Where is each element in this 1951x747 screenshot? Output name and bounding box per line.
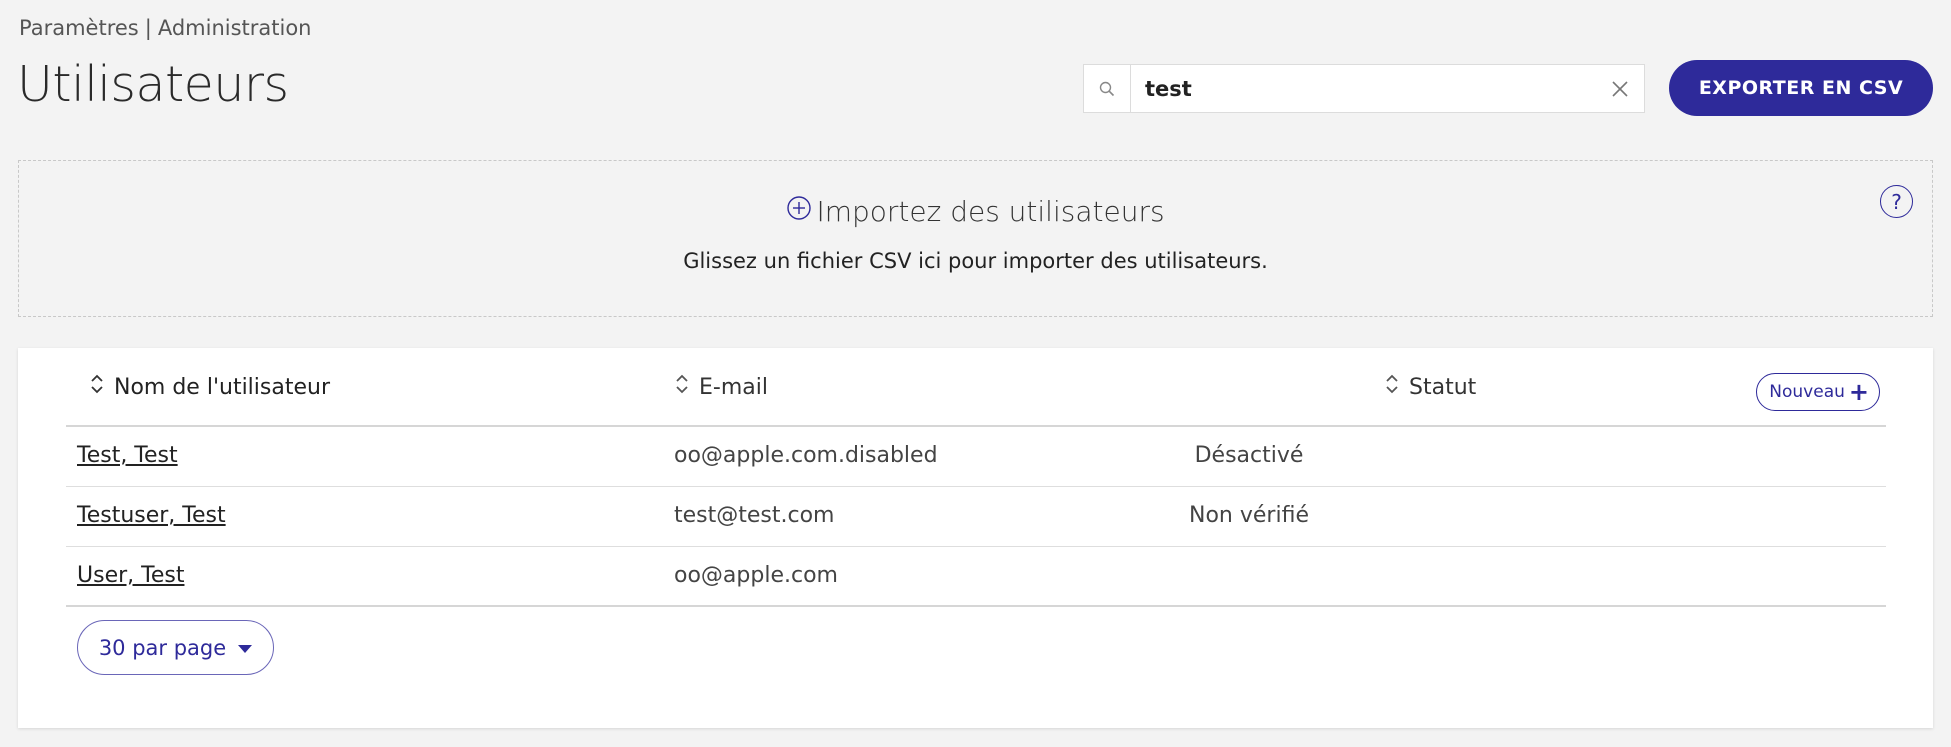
user-name-link[interactable]: Testuser, Test <box>77 503 226 528</box>
breadcrumb-separator: | <box>144 16 152 40</box>
users-table-card: Nom de l'utilisateur E-mail Statut Nouve… <box>18 348 1933 728</box>
user-name-link[interactable]: User, Test <box>77 563 184 588</box>
table-row: Test, Test oo@apple.com.disabled Désacti… <box>66 427 1886 487</box>
clear-search-icon[interactable] <box>1596 65 1644 112</box>
per-page-select[interactable]: 30 par page <box>77 620 274 675</box>
import-dropzone[interactable]: Importez des utilisateurs Glissez un fic… <box>18 160 1933 317</box>
user-email: test@test.com <box>674 503 835 528</box>
column-header-name[interactable]: Nom de l'utilisateur <box>90 372 330 402</box>
user-status: Non vérifié <box>1189 503 1309 528</box>
sort-icon <box>675 372 689 402</box>
user-email: oo@apple.com.disabled <box>674 443 938 468</box>
sort-icon <box>1385 372 1399 402</box>
column-header-email[interactable]: E-mail <box>675 372 768 402</box>
user-email: oo@apple.com <box>674 563 838 588</box>
column-header-status[interactable]: Statut <box>1385 372 1476 402</box>
breadcrumb-parametres[interactable]: Paramètres <box>19 16 139 40</box>
page-title: Utilisateurs <box>17 56 289 113</box>
import-title: Importez des utilisateurs <box>19 195 1932 228</box>
sort-icon <box>90 372 104 402</box>
import-instructions: Glissez un fichier CSV ici pour importer… <box>683 249 1268 273</box>
users-table: Nom de l'utilisateur E-mail Statut Nouve… <box>66 348 1886 607</box>
export-csv-button[interactable]: EXPORTER EN CSV <box>1669 60 1933 116</box>
new-user-button-label: Nouveau <box>1769 382 1845 402</box>
search-box <box>1083 64 1645 113</box>
help-icon[interactable]: ? <box>1880 185 1913 218</box>
add-circle-icon <box>786 195 812 228</box>
column-header-name-label: Nom de l'utilisateur <box>114 374 330 400</box>
search-icon <box>1084 65 1131 112</box>
breadcrumb: Paramètres | Administration <box>19 16 312 40</box>
import-title-label: Importez des utilisateurs <box>816 195 1165 228</box>
table-row: Testuser, Test test@test.com Non vérifié <box>66 487 1886 547</box>
plus-icon: + <box>1848 378 1869 406</box>
column-header-email-label: E-mail <box>699 374 768 400</box>
table-row: User, Test oo@apple.com <box>66 547 1886 607</box>
user-name-link[interactable]: Test, Test <box>77 443 178 468</box>
caret-down-icon <box>238 645 253 653</box>
table-header: Nom de l'utilisateur E-mail Statut Nouve… <box>66 348 1886 427</box>
column-header-status-label: Statut <box>1409 374 1477 400</box>
per-page-label: 30 par page <box>98 635 227 660</box>
breadcrumb-administration[interactable]: Administration <box>158 16 312 40</box>
user-status: Désactivé <box>1194 443 1304 468</box>
new-user-button[interactable]: Nouveau + <box>1756 373 1880 411</box>
search-input[interactable] <box>1131 65 1596 112</box>
